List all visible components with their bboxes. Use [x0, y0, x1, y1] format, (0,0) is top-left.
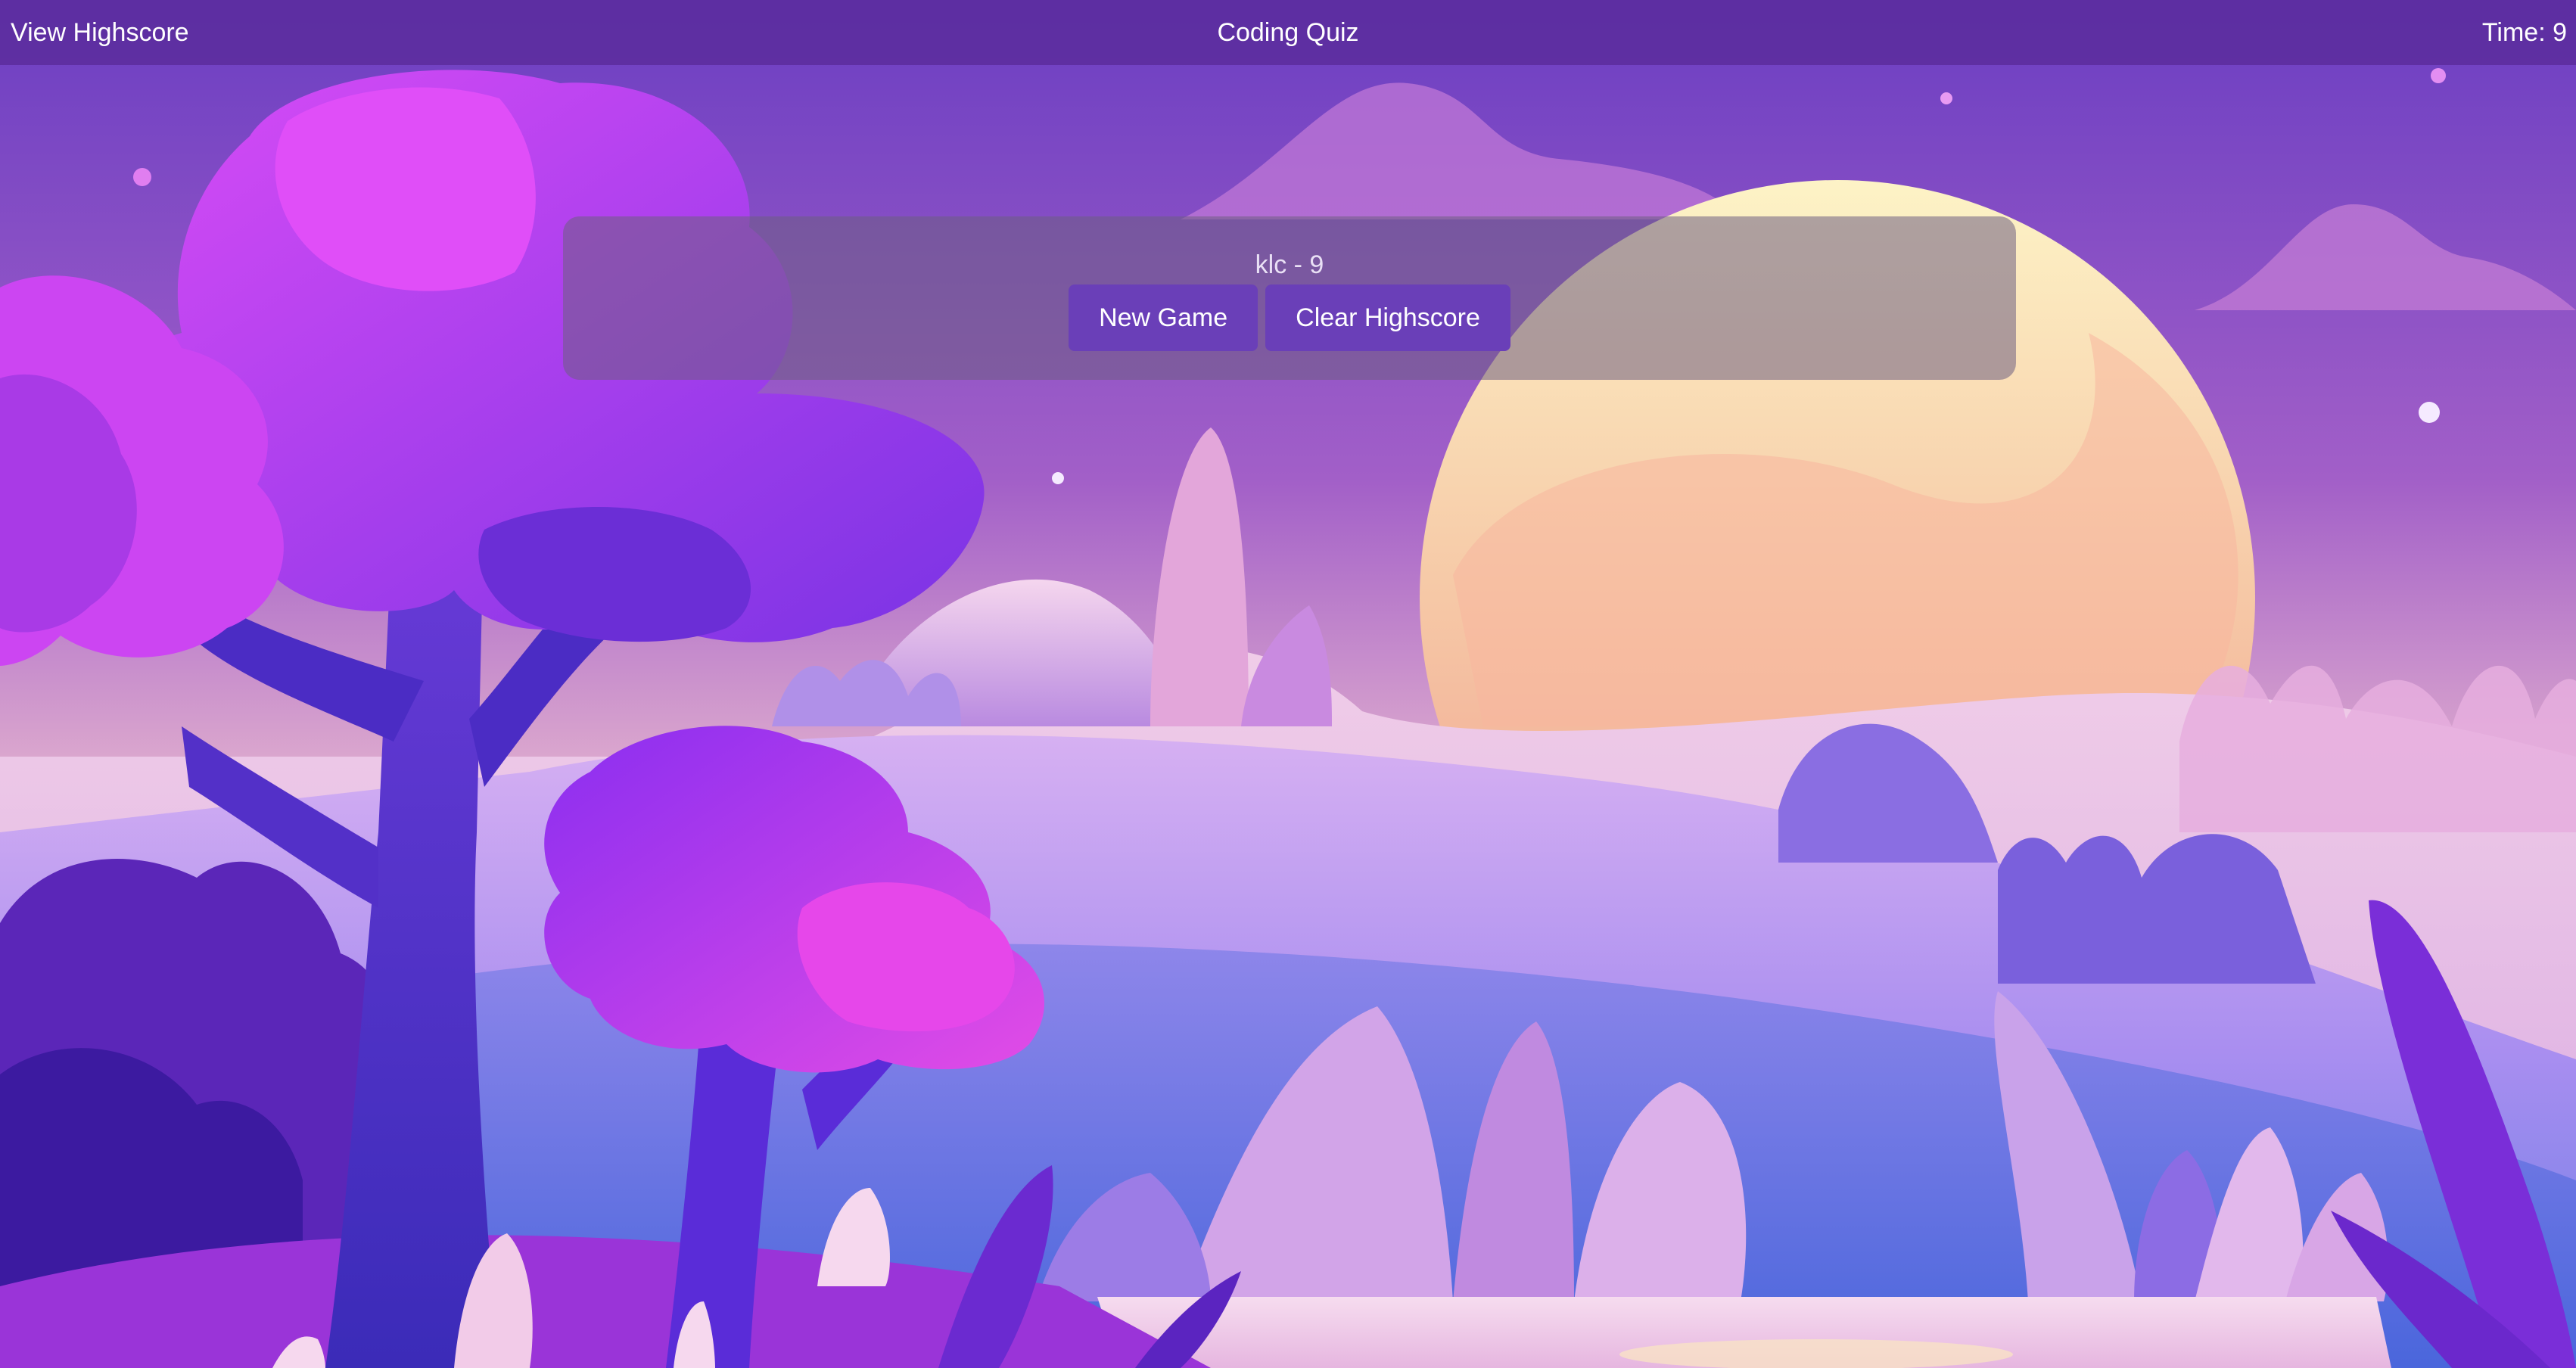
star: [2419, 402, 2440, 423]
clear-highscore-button[interactable]: Clear Highscore: [1265, 284, 1510, 351]
new-game-button[interactable]: New Game: [1069, 284, 1258, 351]
timer-display: Time: 9: [2481, 17, 2567, 47]
title-container: Coding Quiz: [0, 18, 2576, 48]
highscore-panel: klc - 9 New Game Clear Highscore: [563, 216, 2016, 380]
star: [133, 168, 151, 186]
view-highscore-link[interactable]: View Highscore: [11, 18, 189, 48]
top-bar: View Highscore Coding Quiz Time: 9: [0, 0, 2576, 65]
star: [1940, 92, 1952, 104]
button-row: New Game Clear Highscore: [1069, 284, 1510, 351]
page-title: Coding Quiz: [1217, 17, 1359, 47]
background-landscape: [0, 0, 2576, 1368]
star: [2431, 68, 2446, 83]
highscore-entry: klc - 9: [1255, 250, 1324, 279]
star: [1052, 472, 1064, 484]
